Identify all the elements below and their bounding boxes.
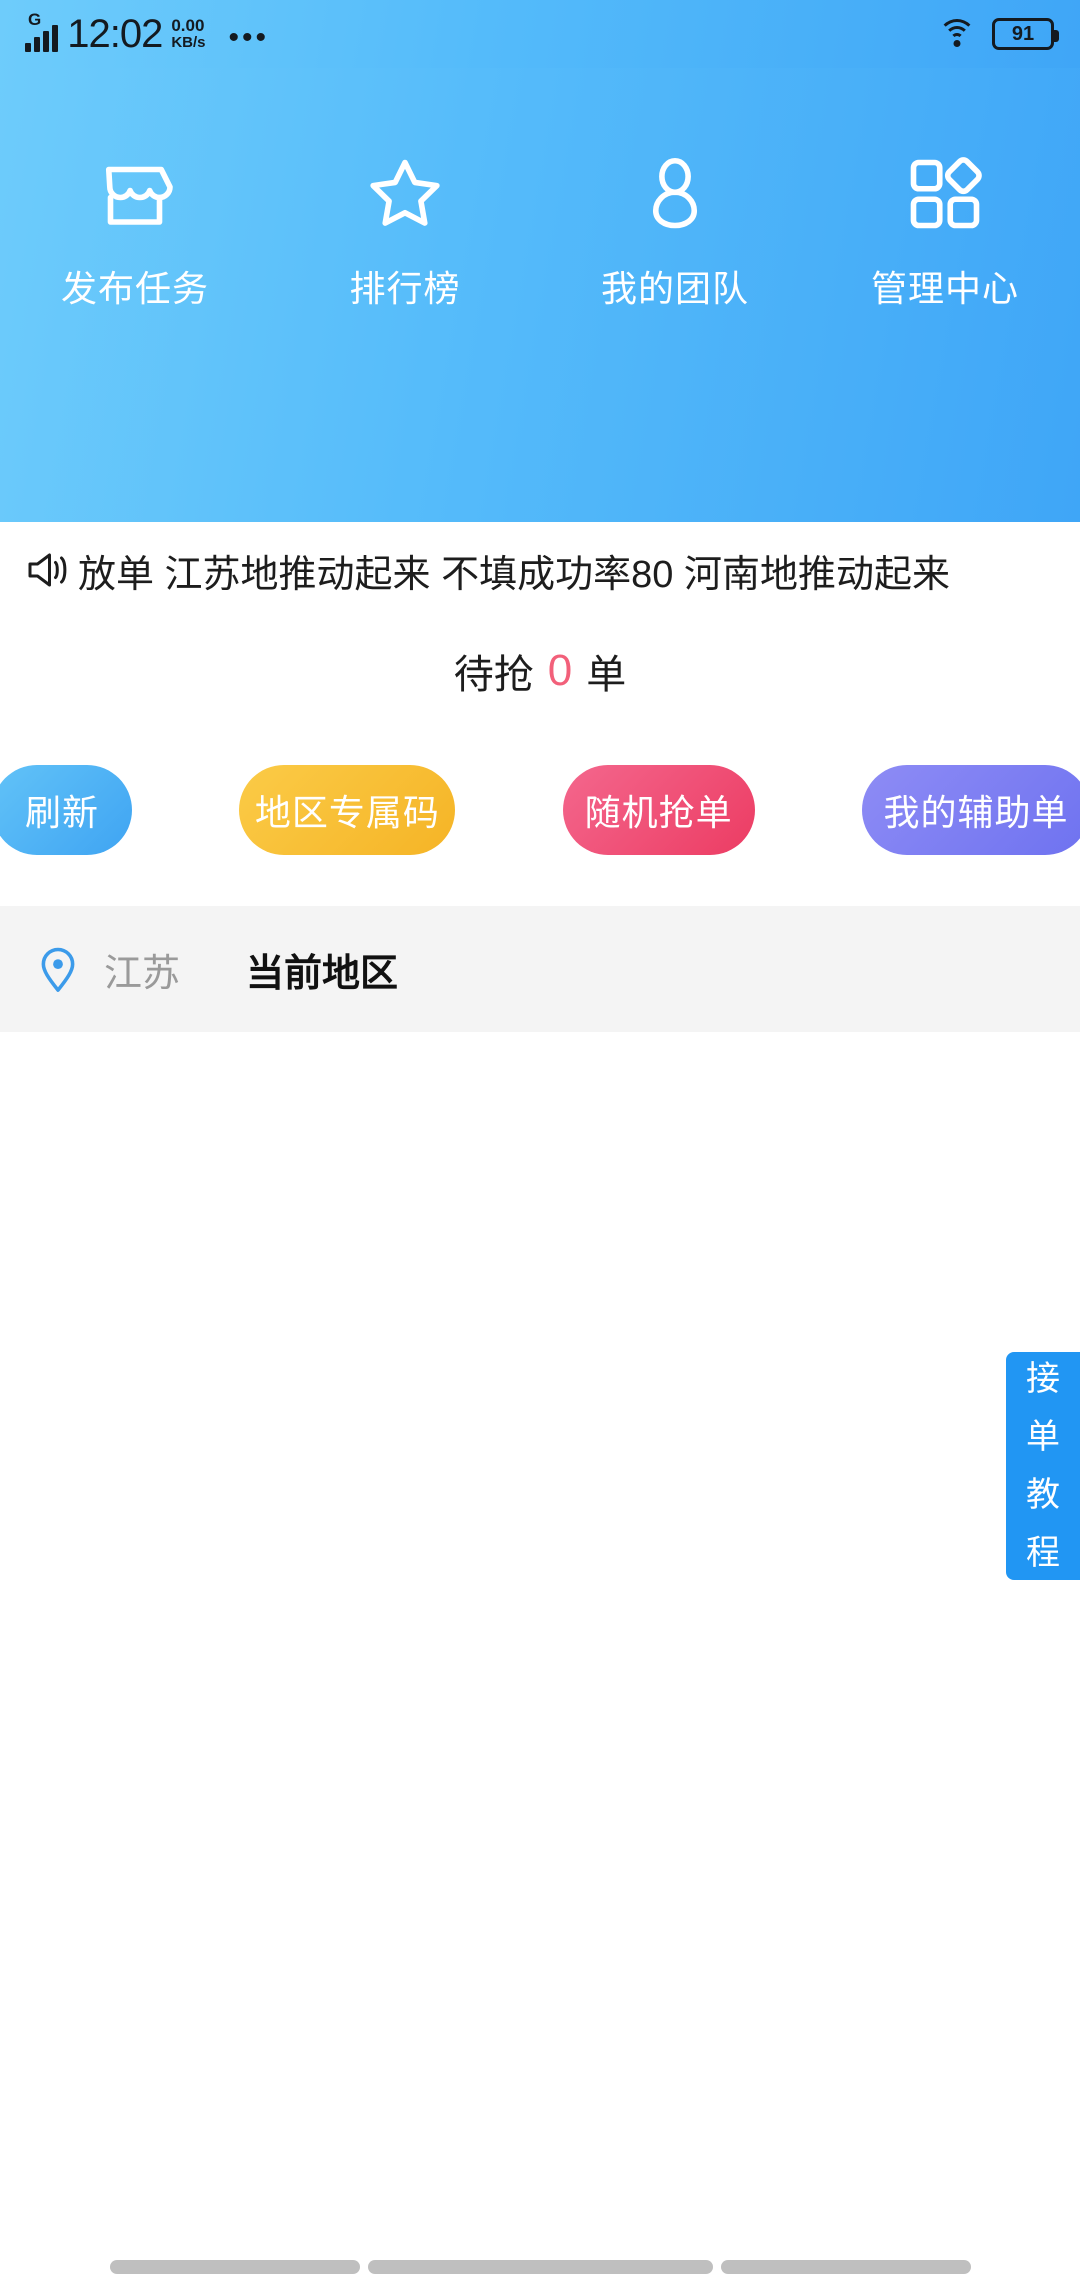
region-code-button[interactable]: 地区专属码: [239, 765, 456, 855]
action-button-row: 刷新 地区专属码 随机抢单 我的辅助单: [0, 760, 1080, 860]
nav-back-bar[interactable]: [109, 2260, 360, 2274]
nav-item-publish-task[interactable]: 发布任务: [0, 150, 270, 312]
pending-count-value: 0: [547, 646, 573, 695]
person-icon: [631, 150, 719, 238]
tutorial-side-tab-char: 程: [1026, 1534, 1060, 1572]
megaphone-icon: [22, 544, 74, 596]
pending-prefix-label: 待抢: [453, 653, 534, 697]
battery-icon: 91: [992, 18, 1059, 50]
status-overflow-icon: •••: [228, 21, 270, 54]
system-navigation-bar: [0, 2240, 1080, 2280]
order-list-empty-area: [0, 1032, 1080, 2228]
status-bar-left: G 12:02 0.00 KB/s •••: [25, 11, 270, 56]
grid-icon: [901, 150, 989, 238]
random-grab-button[interactable]: 随机抢单: [562, 765, 755, 855]
network-speed-value: 0.00: [171, 16, 205, 35]
pending-orders-summary: 待抢 0 单: [0, 626, 1080, 716]
region-name-value: 江苏: [104, 952, 181, 995]
header-nav-grid: 发布任务 排行榜 我的团队 管理中心: [0, 150, 1080, 312]
tutorial-side-tab[interactable]: 接 单 教 程: [1006, 1352, 1080, 1580]
tutorial-side-tab-char: 接: [1026, 1360, 1060, 1398]
nav-item-my-team[interactable]: 我的团队: [540, 150, 810, 312]
status-bar-clock: 12:02: [67, 12, 163, 56]
notice-marquee[interactable]: 放单 江苏地推动起来 不填成功率80 河南地推动起来: [0, 522, 1080, 618]
star-icon: [361, 150, 449, 238]
nav-label: 排行榜: [349, 268, 461, 309]
tutorial-side-tab-char: 单: [1026, 1418, 1060, 1456]
nav-home-bar[interactable]: [367, 2260, 713, 2274]
battery-level-text: 91: [1011, 22, 1035, 45]
nav-label: 管理中心: [870, 268, 1019, 309]
status-bar: G 12:02 0.00 KB/s ••• 91: [0, 0, 1080, 68]
status-bar-right: 91: [938, 18, 1059, 50]
region-label: 当前地区: [246, 952, 399, 995]
wifi-icon: [938, 19, 976, 49]
network-speed-unit: KB/s: [171, 34, 206, 51]
location-pin-icon: [30, 941, 86, 997]
network-speed-indicator: 0.00 KB/s: [171, 17, 205, 51]
notice-text: 放单 江苏地推动起来 不填成功率80 河南地推动起来: [78, 553, 950, 596]
nav-recents-bar[interactable]: [720, 2260, 971, 2274]
header-banner: G 12:02 0.00 KB/s ••• 91 发布任务 排行榜 我的团队 管…: [0, 0, 1080, 522]
nav-label: 发布任务: [60, 268, 209, 309]
my-assist-orders-button[interactable]: 我的辅助单: [861, 765, 1080, 855]
refresh-button[interactable]: 刷新: [0, 765, 132, 855]
tutorial-side-tab-char: 教: [1026, 1476, 1060, 1514]
app-screen: G 12:02 0.00 KB/s ••• 91 发布任务 排行榜 我的团队 管…: [0, 0, 1080, 2280]
network-type-indicator: G: [28, 10, 42, 29]
pending-suffix-label: 单: [586, 653, 627, 697]
shop-icon: [91, 150, 179, 238]
nav-item-management-center[interactable]: 管理中心: [810, 150, 1080, 312]
nav-item-leaderboard[interactable]: 排行榜: [270, 150, 540, 312]
current-region-bar[interactable]: 江苏 当前地区: [0, 906, 1080, 1032]
nav-label: 我的团队: [600, 268, 749, 309]
